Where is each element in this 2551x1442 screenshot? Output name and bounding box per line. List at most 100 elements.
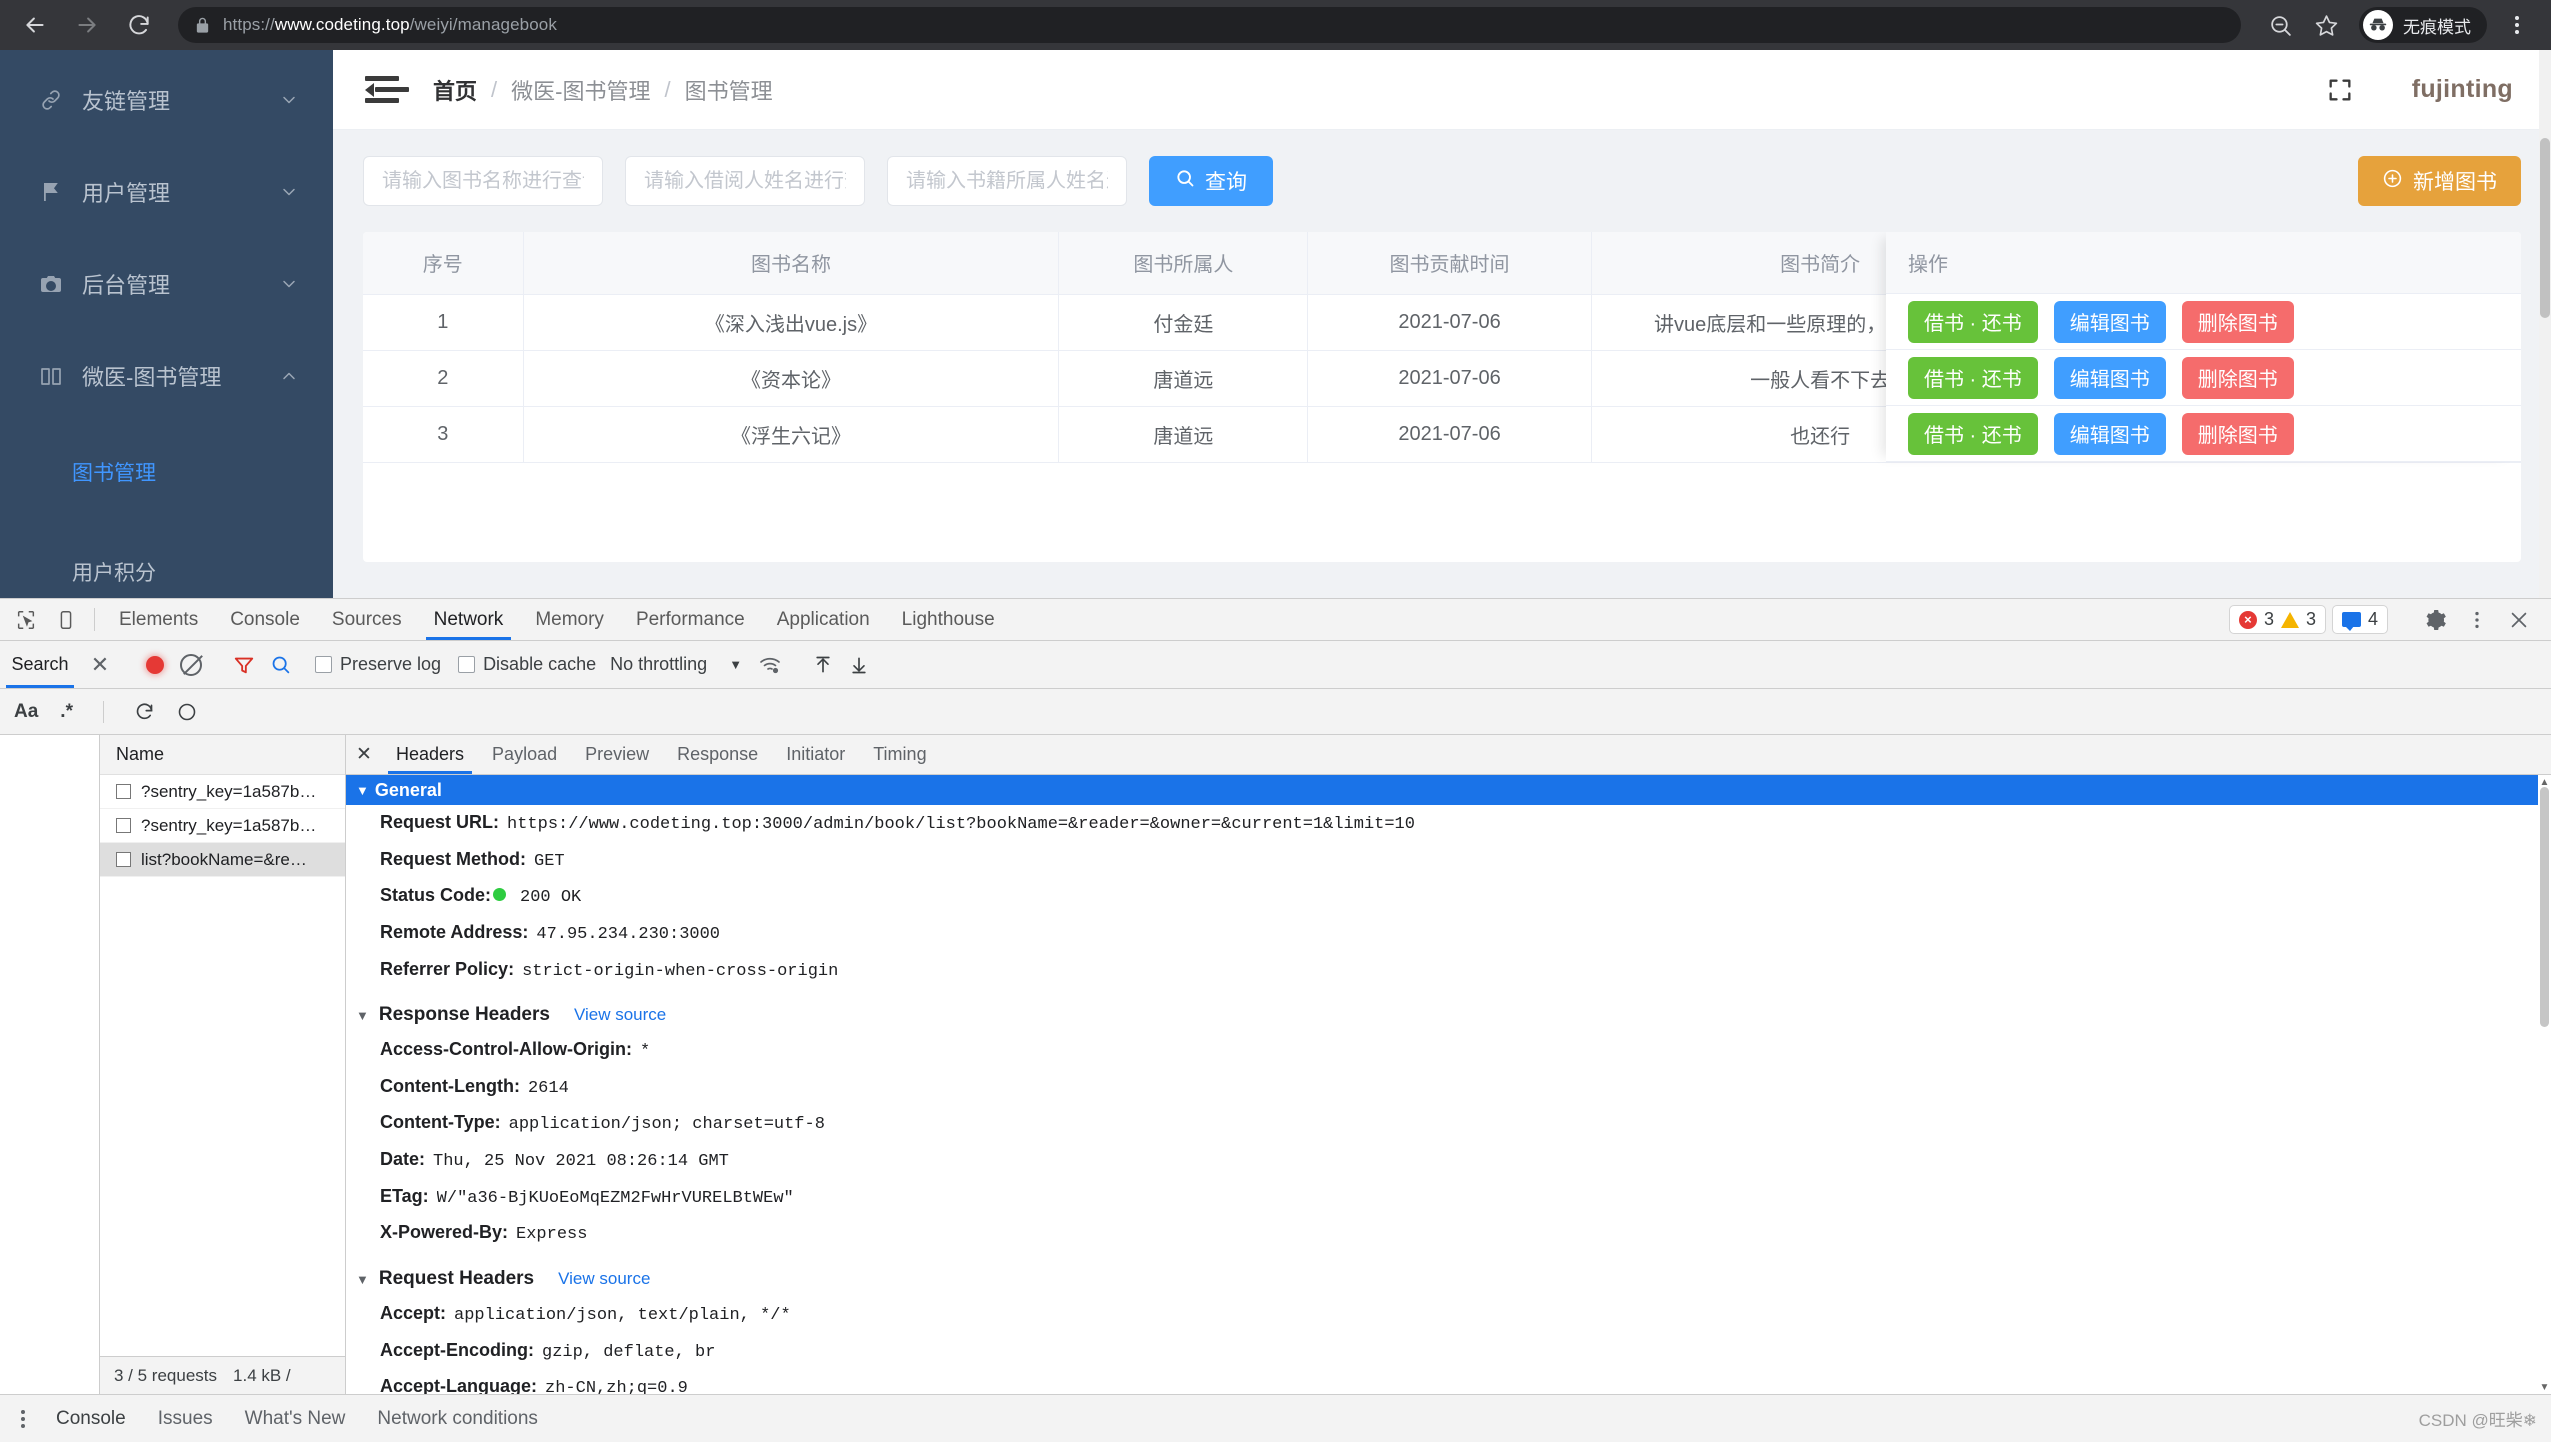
- scroll-down-arrow[interactable]: ▼: [2538, 1380, 2551, 1394]
- export-har-icon[interactable]: [841, 647, 877, 683]
- breadcrumb-item-1[interactable]: 微医-图书管理: [511, 74, 650, 106]
- user-name[interactable]: fujinting: [2412, 75, 2513, 104]
- search-icon[interactable]: [262, 647, 298, 683]
- menu-collapse-icon[interactable]: [365, 70, 405, 110]
- sidebar-subitem-user-points[interactable]: 用户积分: [0, 522, 333, 598]
- devtools-tab-elements[interactable]: Elements: [103, 599, 214, 640]
- sidebar-item-backend-management[interactable]: 后台管理: [0, 238, 333, 330]
- import-har-icon[interactable]: [805, 647, 841, 683]
- devtools-tab-memory[interactable]: Memory: [519, 599, 620, 640]
- scrollbar-thumb[interactable]: [2540, 138, 2550, 318]
- drawer-tab-whats-new[interactable]: What's New: [229, 1395, 362, 1442]
- search-button[interactable]: 查询: [1149, 156, 1273, 206]
- detail-tab-headers[interactable]: Headers: [382, 735, 478, 774]
- bookmark-star-icon[interactable]: [2305, 4, 2347, 46]
- edit-book-button[interactable]: 编辑图书: [2054, 301, 2166, 343]
- filter-icon[interactable]: [226, 647, 262, 683]
- request-list-item[interactable]: ?sentry_key=1a587b…: [100, 809, 345, 843]
- zoom-out-icon[interactable]: [2259, 4, 2301, 46]
- header-value: Thu, 25 Nov 2021 08:26:14 GMT: [433, 1150, 729, 1175]
- sidebar-item-book-management[interactable]: 微医-图书管理: [0, 330, 333, 422]
- detail-tab-payload[interactable]: Payload: [478, 735, 571, 774]
- general-section-header[interactable]: ▼ General: [346, 775, 2551, 805]
- incognito-indicator[interactable]: 无痕模式: [2359, 7, 2487, 43]
- record-icon[interactable]: [137, 647, 173, 683]
- response-headers-section-header[interactable]: ▼ Response Headers View source: [346, 998, 2551, 1032]
- page-scrollbar[interactable]: [2539, 50, 2551, 598]
- devtools-tab-application[interactable]: Application: [761, 599, 886, 640]
- forward-button[interactable]: [66, 4, 108, 46]
- back-button[interactable]: [14, 4, 56, 46]
- borrow-return-button[interactable]: 借书 · 还书: [1908, 357, 2038, 399]
- search-input-reader-name[interactable]: [625, 156, 865, 206]
- inspect-element-icon[interactable]: [6, 599, 46, 640]
- search-input-owner-name[interactable]: [887, 156, 1127, 206]
- devtools-tab-network[interactable]: Network: [418, 599, 520, 640]
- request-detail-tabs: ✕ Headers Payload Preview Response Initi…: [346, 735, 2551, 775]
- drawer-tab-console[interactable]: Console: [40, 1395, 142, 1442]
- network-conditions-icon[interactable]: [752, 647, 788, 683]
- chrome-menu-icon[interactable]: [2497, 5, 2537, 45]
- disable-cache-checkbox[interactable]: Disable cache: [458, 654, 596, 675]
- request-list-item[interactable]: ?sentry_key=1a587b…: [100, 775, 345, 809]
- edit-book-button[interactable]: 编辑图书: [2054, 413, 2166, 455]
- search-drawer-tab[interactable]: Search: [0, 641, 80, 688]
- detail-tab-preview[interactable]: Preview: [571, 735, 663, 774]
- borrow-return-button[interactable]: 借书 · 还书: [1908, 413, 2038, 455]
- clear-icon[interactable]: [173, 647, 209, 683]
- address-bar[interactable]: https://www.codeting.top/weiyi/manageboo…: [178, 7, 2241, 43]
- request-list-item[interactable]: list?bookName=&re…: [100, 843, 345, 877]
- detail-tab-response[interactable]: Response: [663, 735, 772, 774]
- detail-tab-timing[interactable]: Timing: [859, 735, 940, 774]
- clear-search-icon[interactable]: [177, 702, 197, 722]
- devtools-tab-lighthouse[interactable]: Lighthouse: [886, 599, 1011, 640]
- detail-scrollbar[interactable]: ▲ ▼: [2538, 775, 2551, 1394]
- delete-book-button[interactable]: 删除图书: [2182, 357, 2294, 399]
- sidebar-subitem-book-manage[interactable]: 图书管理: [0, 422, 333, 522]
- view-source-link[interactable]: View source: [574, 1005, 666, 1025]
- preserve-log-checkbox[interactable]: Preserve log: [315, 654, 441, 675]
- search-input-book-name[interactable]: [363, 156, 603, 206]
- fullscreen-icon[interactable]: [2326, 76, 2354, 104]
- more-options-icon[interactable]: [2459, 602, 2495, 638]
- request-checkbox[interactable]: [116, 852, 131, 867]
- request-checkbox[interactable]: [116, 818, 131, 833]
- borrow-return-button[interactable]: 借书 · 还书: [1908, 301, 2038, 343]
- sidebar-item-user-management[interactable]: 用户管理: [0, 146, 333, 238]
- breadcrumb-home[interactable]: 首页: [433, 74, 477, 106]
- add-book-button[interactable]: 新增图书: [2358, 156, 2521, 206]
- refresh-icon[interactable]: [134, 701, 155, 722]
- match-case-icon[interactable]: Aa: [14, 701, 38, 723]
- column-header-book-name[interactable]: 图书名称: [523, 232, 1059, 294]
- edit-book-button[interactable]: 编辑图书: [2054, 357, 2166, 399]
- column-header-index[interactable]: 序号: [363, 232, 523, 294]
- request-checkbox[interactable]: [116, 784, 131, 799]
- detail-tab-initiator[interactable]: Initiator: [772, 735, 859, 774]
- column-header-owner[interactable]: 图书所属人: [1059, 232, 1308, 294]
- drawer-tab-issues[interactable]: Issues: [142, 1395, 229, 1442]
- delete-book-button[interactable]: 删除图书: [2182, 413, 2294, 455]
- close-search-icon[interactable]: ✕: [80, 652, 120, 678]
- reload-button[interactable]: [118, 4, 160, 46]
- regex-icon[interactable]: .*: [60, 701, 73, 723]
- breadcrumb-item-2[interactable]: 图书管理: [685, 74, 773, 106]
- devtools-tab-performance[interactable]: Performance: [620, 599, 761, 640]
- close-detail-icon[interactable]: ✕: [346, 735, 382, 774]
- devtools-tab-console[interactable]: Console: [214, 599, 316, 640]
- column-header-contribute-date[interactable]: 图书贡献时间: [1308, 232, 1592, 294]
- throttling-select[interactable]: No throttling ▼: [610, 654, 742, 675]
- devtools-tab-sources[interactable]: Sources: [316, 599, 418, 640]
- sidebar-item-friend-links[interactable]: 友链管理: [0, 54, 333, 146]
- drawer-tab-network-conditions[interactable]: Network conditions: [361, 1395, 554, 1442]
- message-count-pill[interactable]: 4: [2332, 605, 2388, 634]
- close-icon[interactable]: [2501, 602, 2537, 638]
- device-toolbar-icon[interactable]: [46, 599, 86, 640]
- request-list-header-name[interactable]: Name: [100, 735, 345, 775]
- delete-book-button[interactable]: 删除图书: [2182, 301, 2294, 343]
- gear-icon[interactable]: [2417, 602, 2453, 638]
- more-options-icon[interactable]: [6, 1410, 40, 1428]
- request-headers-section-header[interactable]: ▼ Request Headers View source: [346, 1262, 2551, 1296]
- view-source-link[interactable]: View source: [558, 1269, 650, 1289]
- scrollbar-thumb[interactable]: [2540, 787, 2549, 1027]
- error-warning-counts[interactable]: × 3 3: [2229, 605, 2326, 634]
